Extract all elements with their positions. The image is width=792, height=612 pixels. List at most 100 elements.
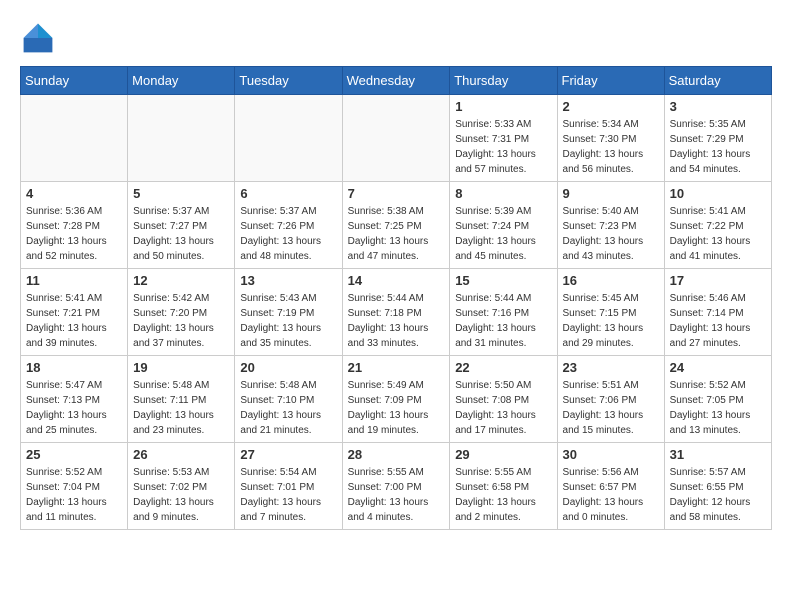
calendar-cell: 29Sunrise: 5:55 AM Sunset: 6:58 PM Dayli…: [450, 443, 557, 530]
day-info: Sunrise: 5:33 AM Sunset: 7:31 PM Dayligh…: [455, 117, 551, 177]
calendar-cell: 2 Sunrise: 5:34 AM Sunset: 7:30 PM Daylig…: [557, 95, 664, 182]
day-number: 29: [455, 447, 551, 462]
day-info: Sunrise: 5:42 AM Sunset: 7:20 PM Dayligh…: [133, 291, 229, 351]
calendar-cell: 26 Sunrise: 5:53 AM Sunset: 7:02 PM Dayli…: [128, 443, 235, 530]
logo: [20, 20, 62, 56]
calendar-cell: 12 Sunrise: 5:42 AM Sunset: 7:20 PM Dayli…: [128, 269, 235, 356]
day-number: 7: [348, 186, 445, 201]
calendar-cell: 6 Sunrise: 5:37 AM Sunset: 7:26 PM Daylig…: [235, 182, 342, 269]
day-number: 2: [563, 99, 659, 114]
day-info: Sunrise: 5:40 AM Sunset: 7:23 PM Dayligh…: [563, 204, 659, 264]
day-info: Sunrise: 5:50 AM Sunset: 7:08 PM Dayligh…: [455, 378, 551, 438]
day-number: 18: [26, 360, 122, 375]
calendar-cell: 24Sunrise: 5:52 AM Sunset: 7:05 PM Dayli…: [664, 356, 771, 443]
day-info: Sunrise: 5:48 AM Sunset: 7:11 PM Dayligh…: [133, 378, 229, 438]
calendar-cell: 1 Sunrise: 5:33 AM Sunset: 7:31 PM Daylig…: [450, 95, 557, 182]
calendar-cell: [128, 95, 235, 182]
calendar-cell: 13 Sunrise: 5:43 AM Sunset: 7:19 PM Dayli…: [235, 269, 342, 356]
calendar-cell: 15 Sunrise: 5:44 AM Sunset: 7:16 PM Dayli…: [450, 269, 557, 356]
day-number: 19: [133, 360, 229, 375]
day-number: 13: [240, 273, 336, 288]
calendar-cell: 28 Sunrise: 5:55 AM Sunset: 7:00 PM Dayli…: [342, 443, 450, 530]
day-info: Sunrise: 5:38 AM Sunset: 7:25 PM Dayligh…: [348, 204, 445, 264]
day-number: 9: [563, 186, 659, 201]
weekday-header-friday: Friday: [557, 67, 664, 95]
page-header: [20, 20, 772, 56]
day-info: Sunrise: 5:55 AM Sunset: 7:00 PM Dayligh…: [348, 465, 445, 525]
day-number: 31: [670, 447, 766, 462]
day-number: 30: [563, 447, 659, 462]
day-info: Sunrise: 5:56 AM Sunset: 6:57 PM Dayligh…: [563, 465, 659, 525]
day-info: Sunrise: 5:53 AM Sunset: 7:02 PM Dayligh…: [133, 465, 229, 525]
calendar-cell: 22 Sunrise: 5:50 AM Sunset: 7:08 PM Dayli…: [450, 356, 557, 443]
day-info: Sunrise: 5:41 AM Sunset: 7:21 PM Dayligh…: [26, 291, 122, 351]
day-info: Sunrise: 5:57 AM Sunset: 6:55 PM Dayligh…: [670, 465, 766, 525]
calendar-cell: 27Sunrise: 5:54 AM Sunset: 7:01 PM Dayli…: [235, 443, 342, 530]
day-number: 11: [26, 273, 122, 288]
calendar-cell: 23 Sunrise: 5:51 AM Sunset: 7:06 PM Dayli…: [557, 356, 664, 443]
calendar-cell: [235, 95, 342, 182]
day-info: Sunrise: 5:54 AM Sunset: 7:01 PM Dayligh…: [240, 465, 336, 525]
day-info: Sunrise: 5:44 AM Sunset: 7:18 PM Dayligh…: [348, 291, 445, 351]
weekday-header-sunday: Sunday: [21, 67, 128, 95]
day-number: 1: [455, 99, 551, 114]
day-number: 6: [240, 186, 336, 201]
day-info: Sunrise: 5:48 AM Sunset: 7:10 PM Dayligh…: [240, 378, 336, 438]
day-info: Sunrise: 5:52 AM Sunset: 7:05 PM Dayligh…: [670, 378, 766, 438]
day-number: 15: [455, 273, 551, 288]
calendar-cell: 19 Sunrise: 5:48 AM Sunset: 7:11 PM Dayli…: [128, 356, 235, 443]
calendar-cell: 7 Sunrise: 5:38 AM Sunset: 7:25 PM Daylig…: [342, 182, 450, 269]
day-number: 22: [455, 360, 551, 375]
calendar-cell: 21 Sunrise: 5:49 AM Sunset: 7:09 PM Dayli…: [342, 356, 450, 443]
calendar-cell: 31 Sunrise: 5:57 AM Sunset: 6:55 PM Dayli…: [664, 443, 771, 530]
weekday-header-tuesday: Tuesday: [235, 67, 342, 95]
calendar-cell: 5Sunrise: 5:37 AM Sunset: 7:27 PM Daylig…: [128, 182, 235, 269]
calendar-cell: 4 Sunrise: 5:36 AM Sunset: 7:28 PM Daylig…: [21, 182, 128, 269]
day-info: Sunrise: 5:45 AM Sunset: 7:15 PM Dayligh…: [563, 291, 659, 351]
weekday-header-monday: Monday: [128, 67, 235, 95]
day-number: 21: [348, 360, 445, 375]
calendar-cell: 20 Sunrise: 5:48 AM Sunset: 7:10 PM Dayli…: [235, 356, 342, 443]
calendar-cell: 14 Sunrise: 5:44 AM Sunset: 7:18 PM Dayli…: [342, 269, 450, 356]
weekday-header-saturday: Saturday: [664, 67, 771, 95]
day-info: Sunrise: 5:51 AM Sunset: 7:06 PM Dayligh…: [563, 378, 659, 438]
calendar-cell: 16 Sunrise: 5:45 AM Sunset: 7:15 PM Dayli…: [557, 269, 664, 356]
day-number: 12: [133, 273, 229, 288]
calendar-cell: 3Sunrise: 5:35 AM Sunset: 7:29 PM Daylig…: [664, 95, 771, 182]
day-info: Sunrise: 5:39 AM Sunset: 7:24 PM Dayligh…: [455, 204, 551, 264]
day-number: 28: [348, 447, 445, 462]
weekday-header-thursday: Thursday: [450, 67, 557, 95]
calendar-cell: 30 Sunrise: 5:56 AM Sunset: 6:57 PM Dayli…: [557, 443, 664, 530]
logo-icon: [20, 20, 56, 56]
day-info: Sunrise: 5:46 AM Sunset: 7:14 PM Dayligh…: [670, 291, 766, 351]
calendar-cell: [342, 95, 450, 182]
day-info: Sunrise: 5:43 AM Sunset: 7:19 PM Dayligh…: [240, 291, 336, 351]
calendar-week-row: 18 Sunrise: 5:47 AM Sunset: 7:13 PM Dayli…: [21, 356, 772, 443]
day-info: Sunrise: 5:44 AM Sunset: 7:16 PM Dayligh…: [455, 291, 551, 351]
day-number: 16: [563, 273, 659, 288]
day-number: 3: [670, 99, 766, 114]
day-info: Sunrise: 5:37 AM Sunset: 7:26 PM Dayligh…: [240, 204, 336, 264]
day-info: Sunrise: 5:49 AM Sunset: 7:09 PM Dayligh…: [348, 378, 445, 438]
day-number: 14: [348, 273, 445, 288]
day-number: 23: [563, 360, 659, 375]
day-info: Sunrise: 5:36 AM Sunset: 7:28 PM Dayligh…: [26, 204, 122, 264]
day-info: Sunrise: 5:34 AM Sunset: 7:30 PM Dayligh…: [563, 117, 659, 177]
day-info: Sunrise: 5:47 AM Sunset: 7:13 PM Dayligh…: [26, 378, 122, 438]
calendar-header-row: SundayMondayTuesdayWednesdayThursdayFrid…: [21, 67, 772, 95]
calendar-week-row: 11 Sunrise: 5:41 AM Sunset: 7:21 PM Dayli…: [21, 269, 772, 356]
day-number: 4: [26, 186, 122, 201]
calendar-cell: 8Sunrise: 5:39 AM Sunset: 7:24 PM Daylig…: [450, 182, 557, 269]
day-number: 20: [240, 360, 336, 375]
day-info: Sunrise: 5:37 AM Sunset: 7:27 PM Dayligh…: [133, 204, 229, 264]
day-number: 25: [26, 447, 122, 462]
calendar-cell: 17Sunrise: 5:46 AM Sunset: 7:14 PM Dayli…: [664, 269, 771, 356]
calendar-week-row: 4 Sunrise: 5:36 AM Sunset: 7:28 PM Daylig…: [21, 182, 772, 269]
calendar-week-row: 1 Sunrise: 5:33 AM Sunset: 7:31 PM Daylig…: [21, 95, 772, 182]
calendar-table: SundayMondayTuesdayWednesdayThursdayFrid…: [20, 66, 772, 530]
day-number: 10: [670, 186, 766, 201]
day-number: 26: [133, 447, 229, 462]
calendar-cell: 9 Sunrise: 5:40 AM Sunset: 7:23 PM Daylig…: [557, 182, 664, 269]
calendar-cell: 10Sunrise: 5:41 AM Sunset: 7:22 PM Dayli…: [664, 182, 771, 269]
day-info: Sunrise: 5:52 AM Sunset: 7:04 PM Dayligh…: [26, 465, 122, 525]
